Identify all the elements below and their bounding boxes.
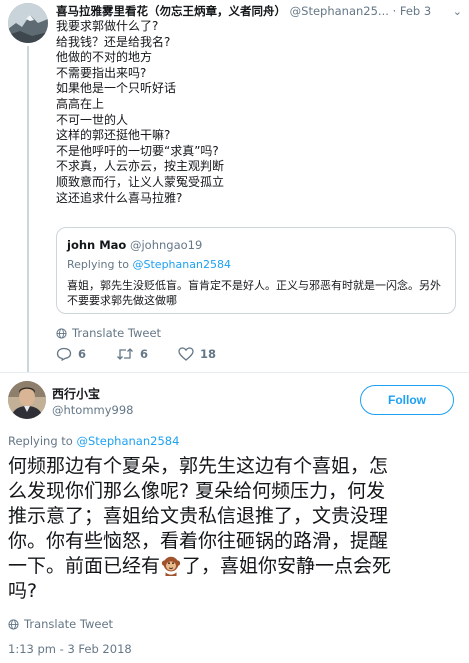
translate-tweet-link[interactable]: Translate Tweet [8, 617, 113, 631]
tweet-line: 不可一世的人 [56, 112, 129, 127]
tweet-line: 吗? [8, 580, 38, 602]
mention-link[interactable]: @Stephanan2584 [133, 258, 231, 271]
tweet-line: 高高在上 [56, 96, 105, 111]
tweet-line: 给我钱？还是给我名? [56, 34, 171, 49]
retweet-count: 6 [140, 347, 149, 361]
chevron-down-icon[interactable]: ⌄ [449, 4, 462, 19]
tweet-line: 一下。前面已经有 [8, 555, 161, 577]
globe-icon [8, 618, 19, 630]
tweet-text: 何频那边有个夏朵，郭先生这边有个喜姐，怎 么发现你们那么像呢? 夏朵给何频压力，… [8, 454, 463, 604]
tweet-timestamp[interactable]: 1:13 pm - 3 Feb 2018 [8, 642, 132, 656]
tweet-line: 顺致意而行，让义人蒙冤受孤立 [56, 174, 225, 189]
reply-button[interactable]: 6 [56, 347, 86, 361]
tweet-line: 推示意了；喜姐给文贵私信退推了，文贵没理 [8, 505, 389, 527]
quoted-tweet[interactable]: john Mao @johngao19 Replying to @Stephan… [56, 227, 456, 314]
quoted-replying-to: Replying to @Stephanan2584 [67, 258, 231, 271]
follow-button[interactable]: Follow [360, 385, 454, 415]
quoted-tweet-header: john Mao @johngao19 [67, 238, 202, 252]
quoted-author-handle: @johngao19 [129, 238, 203, 252]
tweet-line: 了，喜姐你安静一点会死 [182, 555, 392, 577]
replying-prefix: Replying to [67, 258, 130, 271]
tweet-line: 不求真，人云亦云，按主观判断 [56, 159, 225, 174]
replying-prefix: Replying to [8, 434, 73, 448]
tweet-line: 他做的不对的地方 [56, 50, 153, 65]
reply-count: 6 [78, 347, 87, 361]
reply-icon [56, 347, 72, 361]
tweet-text: 我要求郭做什么了? 给我钱？还是给我名? 他做的不对的地方 不需要指出来吗? 如… [56, 19, 456, 206]
tweet-line-with-emoji: 一下。前面已经有 了，喜姐你安静一点会死 [8, 554, 463, 579]
avatar[interactable] [8, 381, 46, 419]
tweet-line: 不是他呼吁的一切要“求真”吗? [56, 143, 219, 158]
tweet-line: 这还追求什么喜马拉雅? [56, 190, 183, 205]
avatar[interactable] [8, 3, 48, 43]
like-button[interactable]: 18 [178, 347, 216, 361]
translate-tweet-link[interactable]: Translate Tweet [56, 326, 161, 340]
monkey-emoji-icon [161, 556, 181, 576]
author-handle[interactable]: @Stephanan25... [290, 4, 389, 18]
quoted-author-name: john Mao [67, 238, 127, 252]
author-name[interactable]: 西行小宝 [52, 385, 100, 402]
tweet-header: 喜马拉雅雾里看花（勿忘王炳章，义者同舟） @Stephanan25... · F… [56, 4, 466, 19]
tweet-date[interactable]: Feb 3 [400, 4, 431, 18]
separator: · [392, 4, 397, 18]
replying-to: Replying to @Stephanan2584 [8, 434, 179, 448]
tweet-parent: 喜马拉雅雾里看花（勿忘王炳章，义者同舟） @Stephanan25... · F… [0, 0, 469, 372]
tweet-line: 我要求郭做什么了? [56, 19, 159, 33]
tweet-line: 不需要指出来吗? [56, 65, 147, 80]
like-count: 18 [200, 347, 217, 361]
tweet-actions: 6 6 18 [56, 347, 246, 361]
author-name[interactable]: 喜马拉雅雾里看花（勿忘王炳章，义者同舟） [56, 4, 286, 18]
author-handle[interactable]: @htommy998 [52, 403, 134, 417]
globe-icon [56, 327, 67, 339]
heart-icon [178, 347, 194, 361]
retweet-button[interactable]: 6 [116, 347, 148, 361]
retweet-icon [117, 348, 133, 360]
tweet-line: 么发现你们那么像呢? 夏朵给何频压力，何发 [8, 480, 386, 502]
mention-link[interactable]: @Stephanan2584 [77, 434, 180, 448]
tweet-line: 你。你有些恼怒，看着你往砸锅的路滑，提醒 [8, 530, 389, 552]
tweet-line: 如果他是一个只听好话 [56, 81, 177, 96]
tweet-line: 何频那边有个夏朵，郭先生这边有个喜姐，怎 [8, 455, 389, 477]
translate-label: Translate Tweet [72, 326, 162, 340]
quoted-tweet-text: 喜姐，郭先生没贬低盲。盲肯定不是好人。正义与邪恶有时就是一闪念。另外不要要求郭先… [67, 279, 441, 307]
tweet-line: 这样的郭还挺他干嘛? [56, 128, 171, 143]
translate-label: Translate Tweet [24, 617, 114, 631]
thread-line [27, 46, 29, 372]
divider [0, 372, 469, 373]
